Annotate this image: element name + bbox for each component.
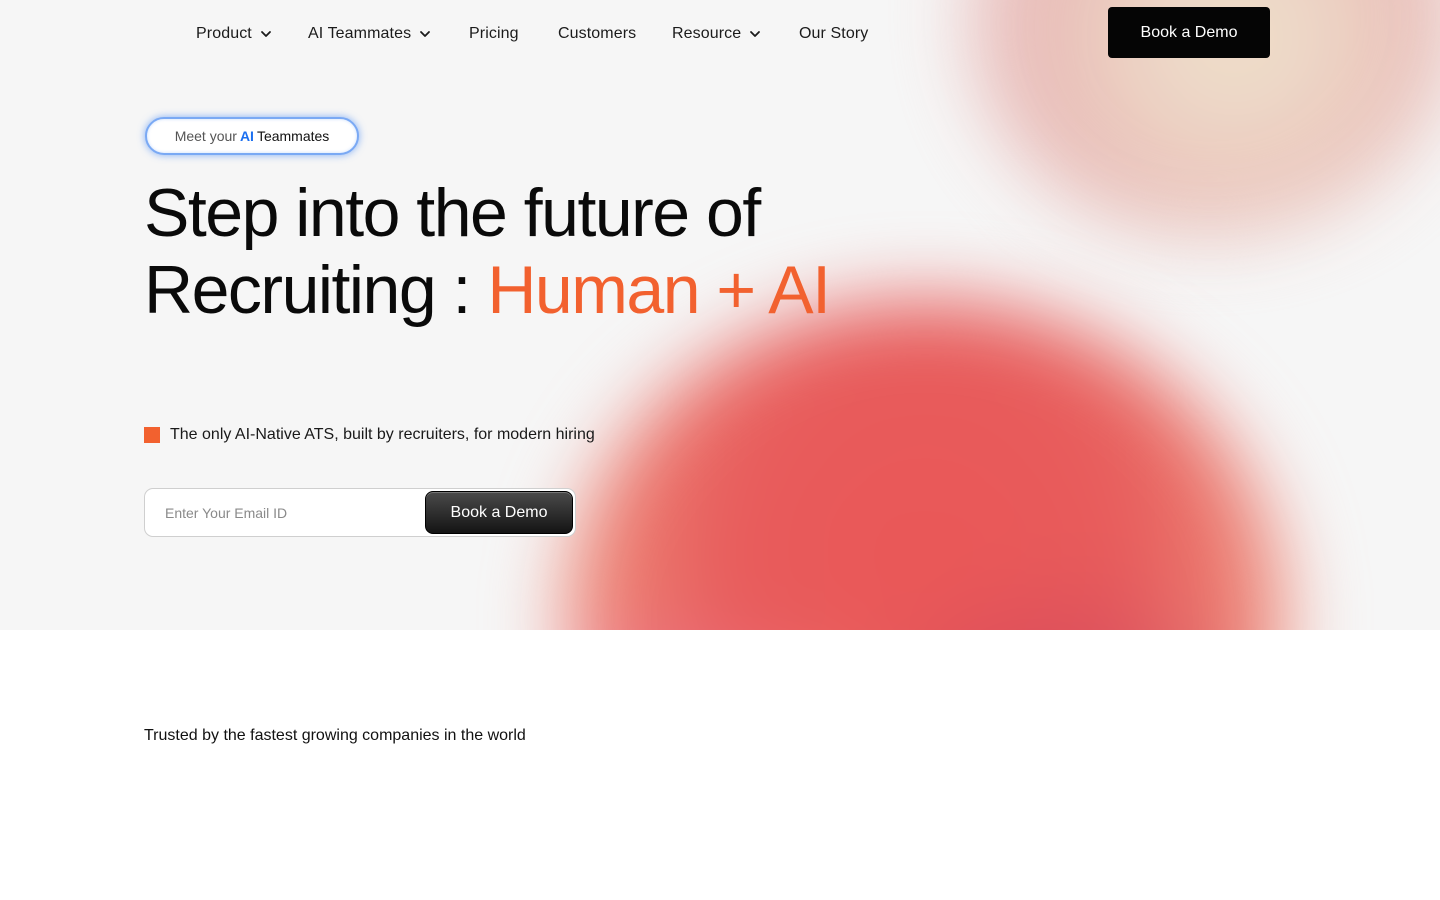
email-input[interactable] (165, 501, 415, 525)
gradient-blob-main (565, 300, 1285, 630)
ai-teammates-pill[interactable]: Meet your AI Teammates (145, 117, 359, 155)
hero-section: Product AI Teammates Pricing Customers R… (0, 0, 1440, 630)
nav-product-label: Product (196, 25, 252, 42)
hero-tagline: The only AI-Native ATS, built by recruit… (144, 424, 595, 446)
nav-customers-label: Customers (558, 25, 637, 42)
pill-suffix: Teammates (256, 128, 330, 144)
nav-ai-teammates[interactable]: AI Teammates (308, 23, 431, 45)
nav-ai-teammates-label: AI Teammates (308, 25, 412, 42)
nav-resource[interactable]: Resource (672, 23, 761, 45)
chevron-down-icon (420, 31, 431, 37)
nav-our-story[interactable]: Our Story (799, 23, 868, 45)
chevron-down-icon (750, 31, 761, 37)
headline-accent: Human + AI (487, 252, 831, 328)
trusted-by-text: Trusted by the fastest growing companies… (144, 727, 526, 744)
pill-highlight: AI (239, 128, 254, 144)
headline-line-2: Recruiting : (144, 252, 471, 328)
orange-square-icon (144, 427, 160, 443)
nav-product[interactable]: Product (196, 23, 272, 45)
nav-resource-label: Resource (672, 25, 742, 42)
nav-pricing[interactable]: Pricing (469, 23, 519, 45)
tagline-text: The only AI-Native ATS, built by recruit… (170, 426, 595, 443)
book-demo-button-nav[interactable]: Book a Demo (1108, 7, 1270, 58)
email-demo-form: Book a Demo (144, 488, 576, 537)
hero-headline: Step into the future of Recruiting : Hum… (144, 175, 864, 329)
nav-pricing-label: Pricing (469, 25, 519, 42)
pill-prefix: Meet your (174, 128, 237, 144)
book-demo-button-form[interactable]: Book a Demo (425, 491, 573, 534)
nav-customers[interactable]: Customers (558, 23, 636, 45)
nav-our-story-label: Our Story (799, 25, 869, 42)
chevron-down-icon (260, 31, 271, 37)
headline-line-1: Step into the future of (144, 175, 761, 251)
